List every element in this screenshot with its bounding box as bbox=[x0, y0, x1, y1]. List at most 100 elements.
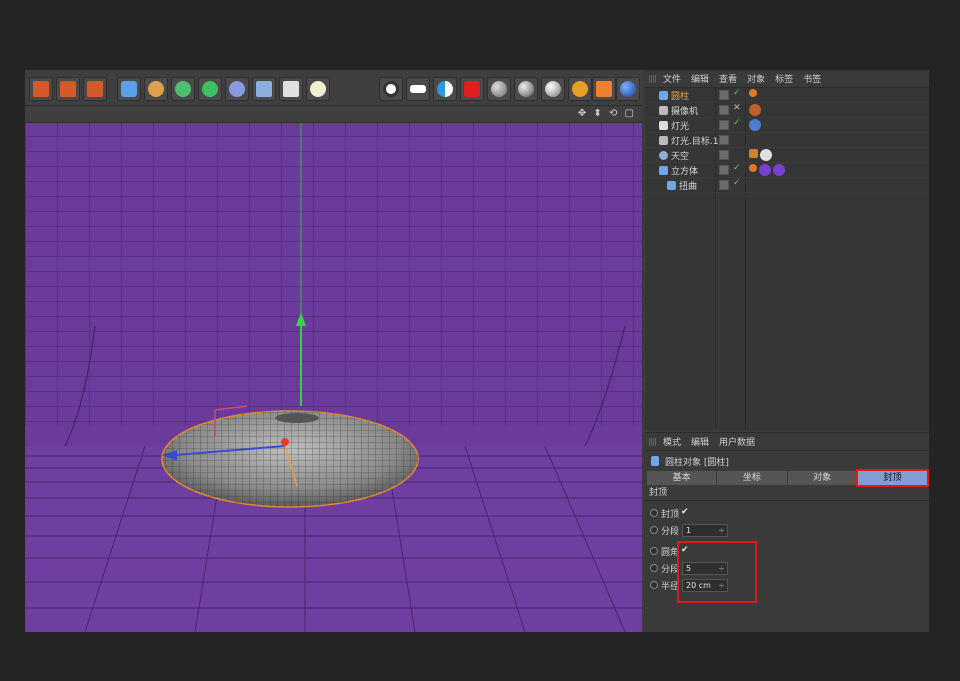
menu-tags[interactable]: 标签 bbox=[775, 72, 793, 85]
visibility-flag[interactable] bbox=[719, 165, 729, 175]
protection-tag-icon[interactable] bbox=[749, 104, 761, 116]
render-picture-viewer-icon[interactable] bbox=[56, 77, 80, 101]
object-manager-menubar: 文件 编辑 查看 对象 标签 书签 bbox=[645, 70, 929, 88]
tab-basic[interactable]: 基本 bbox=[647, 471, 717, 485]
sphere-matte-icon[interactable] bbox=[487, 77, 511, 101]
deformer-icon[interactable] bbox=[225, 77, 249, 101]
bend-deformer-icon bbox=[667, 181, 676, 190]
light-icon[interactable] bbox=[306, 77, 330, 101]
menu-mode[interactable]: 模式 bbox=[663, 435, 681, 448]
object-name: 摄像机 bbox=[671, 106, 699, 117]
sky-object-icon bbox=[659, 151, 668, 160]
object-manager: 文件 编辑 查看 对象 标签 书签 圆柱 ✓ 摄像机 ✕ 灯光 ✓ 灯光.目标.… bbox=[645, 70, 929, 430]
object-row-cylinder[interactable]: 圆柱 ✓ bbox=[645, 88, 929, 103]
material-tag-icon[interactable] bbox=[773, 164, 785, 176]
display-gouraud-icon[interactable] bbox=[379, 77, 403, 101]
cube-icon bbox=[659, 166, 668, 175]
animate-radio[interactable] bbox=[650, 509, 658, 517]
menu-user-data[interactable]: 用户数据 bbox=[719, 435, 755, 448]
snap-icon[interactable] bbox=[592, 77, 616, 101]
menu-objects[interactable]: 对象 bbox=[747, 72, 765, 85]
segments-input[interactable]: 1 bbox=[682, 524, 728, 537]
enabled-check-icon[interactable]: ✓ bbox=[733, 118, 741, 128]
section-title: 封顶 bbox=[645, 485, 929, 501]
tab-caps[interactable]: 封顶 bbox=[855, 469, 930, 487]
visibility-flag[interactable] bbox=[719, 105, 729, 115]
array-icon[interactable] bbox=[198, 77, 222, 101]
animate-radio[interactable] bbox=[650, 581, 658, 589]
attribute-manager-menubar: 模式 编辑 用户数据 bbox=[645, 433, 929, 451]
menu-edit[interactable]: 编辑 bbox=[691, 435, 709, 448]
object-name: 灯光 bbox=[671, 121, 690, 132]
generator-icon[interactable] bbox=[171, 77, 195, 101]
camera-object-icon bbox=[659, 106, 668, 115]
viewport-header: ✥ ⬍ ⟲ ▢ bbox=[25, 106, 642, 123]
floor-icon[interactable] bbox=[252, 77, 276, 101]
caps-checkbox[interactable]: ✔ bbox=[681, 508, 691, 518]
prop-caps: 封顶 ✔ bbox=[645, 505, 929, 522]
null-object-icon bbox=[659, 136, 668, 145]
viewport-scene bbox=[25, 106, 642, 632]
animate-radio[interactable] bbox=[650, 564, 658, 572]
attribute-tabs: 基本 坐标 对象 封顶 bbox=[647, 469, 930, 487]
light-object-icon bbox=[659, 121, 668, 130]
sphere-reflect-icon[interactable] bbox=[541, 77, 565, 101]
object-title-text: 圆柱对象 [圆柱] bbox=[665, 457, 729, 468]
3d-viewport[interactable] bbox=[25, 106, 642, 632]
render-view-icon[interactable] bbox=[29, 77, 53, 101]
object-row-cube[interactable]: 立方体 ✓ bbox=[645, 163, 929, 178]
coordinates-xyz-icon[interactable] bbox=[568, 77, 592, 101]
object-name: 天空 bbox=[671, 151, 690, 162]
object-row-bend[interactable]: 扭曲 ✓ bbox=[645, 178, 929, 193]
target-tag-icon[interactable] bbox=[749, 119, 761, 131]
tab-object[interactable]: 对象 bbox=[787, 471, 857, 485]
prop-label: 分段 bbox=[661, 527, 680, 537]
cylinder-icon bbox=[651, 456, 659, 466]
visibility-flag[interactable] bbox=[719, 180, 729, 190]
display-lines-icon[interactable] bbox=[406, 77, 430, 101]
menu-view[interactable]: 查看 bbox=[719, 72, 737, 85]
menu-bookmarks[interactable]: 书签 bbox=[803, 72, 821, 85]
menu-file[interactable]: 文件 bbox=[663, 72, 681, 85]
visibility-flag[interactable] bbox=[719, 120, 729, 130]
prop-segments: 分段 1 bbox=[645, 522, 929, 539]
phong-tag-icon[interactable] bbox=[749, 164, 757, 172]
cube-object-icon[interactable] bbox=[117, 77, 141, 101]
enabled-check-icon[interactable]: ✓ bbox=[733, 88, 741, 98]
camera-icon[interactable] bbox=[279, 77, 303, 101]
object-name: 圆柱 bbox=[671, 91, 690, 102]
display-mode-icon[interactable] bbox=[433, 77, 457, 101]
grip-icon[interactable] bbox=[649, 75, 657, 83]
viewport-nav-icons[interactable]: ✥ ⬍ ⟲ ▢ bbox=[578, 108, 636, 119]
enabled-check-icon[interactable]: ✕ bbox=[733, 103, 741, 113]
compositing-tag-icon[interactable] bbox=[749, 149, 758, 158]
phong-tag-icon[interactable] bbox=[749, 89, 757, 97]
object-name: 灯光.目标.1 bbox=[671, 136, 719, 147]
material-tag-icon[interactable] bbox=[760, 149, 772, 161]
menu-edit[interactable]: 编辑 bbox=[691, 72, 709, 85]
enabled-check-icon[interactable]: ✓ bbox=[733, 178, 741, 188]
highlight-annotation-box bbox=[677, 541, 757, 603]
animate-radio[interactable] bbox=[650, 526, 658, 534]
record-icon[interactable] bbox=[460, 77, 484, 101]
object-row-sky[interactable]: 天空 bbox=[645, 148, 929, 163]
object-list: 圆柱 ✓ 摄像机 ✕ 灯光 ✓ 灯光.目标.1 天空 立方体 ✓ 扭曲 ✓ bbox=[645, 88, 929, 193]
cylinder-icon bbox=[659, 91, 668, 100]
pen-spline-icon[interactable] bbox=[144, 77, 168, 101]
visibility-flag[interactable] bbox=[719, 135, 729, 145]
visibility-flag[interactable] bbox=[719, 150, 729, 160]
enabled-check-icon[interactable]: ✓ bbox=[733, 163, 741, 173]
object-row-camera[interactable]: 摄像机 ✕ bbox=[645, 103, 929, 118]
animate-radio[interactable] bbox=[650, 547, 658, 555]
grip-icon[interactable] bbox=[649, 438, 657, 446]
object-row-light[interactable]: 灯光 ✓ bbox=[645, 118, 929, 133]
tab-coord[interactable]: 坐标 bbox=[717, 471, 787, 485]
visibility-flag[interactable] bbox=[719, 90, 729, 100]
object-row-light-target[interactable]: 灯光.目标.1 bbox=[645, 133, 929, 148]
material-sphere-icon[interactable] bbox=[616, 77, 640, 101]
object-name: 扭曲 bbox=[679, 181, 698, 192]
sphere-glossy-icon[interactable] bbox=[514, 77, 538, 101]
material-tag-icon[interactable] bbox=[759, 164, 771, 176]
attribute-object-title: 圆柱对象 [圆柱] bbox=[645, 451, 929, 471]
render-settings-icon[interactable] bbox=[83, 77, 107, 101]
